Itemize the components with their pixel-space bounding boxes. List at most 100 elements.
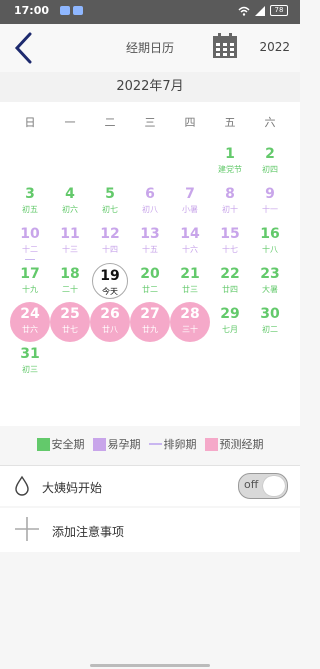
weekday-label: 四 [184, 116, 196, 129]
period-start-toggle[interactable]: off [238, 473, 288, 499]
calendar-day[interactable]: 20 廿二 [130, 262, 170, 302]
calendar-day[interactable]: 2 初四 [250, 142, 290, 182]
weekday-label: 二 [104, 116, 116, 129]
period-start-label: 大姨妈开始 [42, 481, 103, 495]
calendar-day[interactable]: 4 初六 [50, 182, 90, 222]
legend-predicted: 预测经期 [204, 436, 264, 452]
day-lunar: 十四 [102, 245, 118, 254]
day-number: 14 [180, 226, 200, 242]
day-number: 30 [260, 306, 280, 322]
day-lunar: 建党节 [218, 165, 242, 174]
calendar-day[interactable]: 22 廿四 [210, 262, 250, 302]
calendar-day[interactable]: 25 廿七 [50, 302, 90, 342]
day-number: 15 [220, 226, 240, 242]
calendar: 日 一 二 三 四 五 六 1 建党节 2 初四 3 初五 4 初六 5 初七 6 初八 7 小暑 8 初十 9… [0, 102, 300, 426]
calendar-day[interactable]: 24 廿六 [10, 302, 50, 342]
calendar-day[interactable]: 12 十四 [90, 222, 130, 262]
calendar-day[interactable]: 13 十五 [130, 222, 170, 262]
calendar-day[interactable]: 30 初二 [250, 302, 290, 342]
calendar-day[interactable]: 6 初八 [130, 182, 170, 222]
calendar-day[interactable]: 26 廿八 [90, 302, 130, 342]
day-grid: 1 建党节 2 初四 3 初五 4 初六 5 初七 6 初八 7 小暑 8 初十 9 十一 10 十二 11 十三 12 十四… [0, 142, 300, 426]
calendar-day[interactable]: 8 初十 [210, 182, 250, 222]
add-note-label: 添加注意事项 [52, 525, 125, 539]
ovulation-marker [25, 259, 35, 260]
day-lunar: 十五 [142, 245, 158, 254]
day-lunar: 十一 [262, 205, 278, 214]
calendar-day[interactable]: 29 七月 [210, 302, 250, 342]
day-lunar: 初六 [62, 205, 78, 214]
year-label[interactable]: 2022 [259, 40, 290, 54]
calendar-day[interactable]: 19 今天 [90, 262, 130, 302]
day-number: 20 [140, 266, 160, 282]
signal-icon [255, 5, 265, 16]
calendar-day[interactable]: 10 十二 [10, 222, 50, 262]
day-lunar: 今天 [102, 287, 118, 296]
calendar-day[interactable]: 7 小暑 [170, 182, 210, 222]
legend: 安全期 易孕期 排卵期 预测经期 [0, 432, 300, 456]
calendar-day[interactable]: 18 二十 [50, 262, 90, 302]
toggle-state: off [244, 478, 259, 491]
calendar-day[interactable]: 16 十八 [250, 222, 290, 262]
legend-label: 预测经期 [219, 438, 264, 451]
weekday-label: 六 [264, 116, 276, 129]
day-number: 1 [225, 146, 235, 162]
calendar-day[interactable]: 28 三十 [170, 302, 210, 342]
calendar-day[interactable]: 14 十六 [170, 222, 210, 262]
notification-icons [60, 6, 83, 15]
calendar-day[interactable]: 9 十一 [250, 182, 290, 222]
day-lunar: 初八 [142, 205, 158, 214]
day-lunar: 三十 [182, 325, 198, 334]
day-number: 7 [185, 186, 195, 202]
day-lunar: 廿八 [102, 325, 118, 334]
day-number: 19 [100, 268, 120, 284]
day-lunar: 廿三 [182, 285, 198, 294]
ovulation-swatch [148, 443, 162, 445]
day-lunar: 小暑 [182, 205, 198, 214]
day-lunar: 十三 [62, 245, 78, 254]
plus-icon[interactable] [14, 516, 40, 542]
day-lunar: 廿四 [222, 285, 238, 294]
day-lunar: 初三 [22, 365, 38, 374]
weekday-header: 日 一 二 三 四 五 六 [0, 102, 300, 142]
day-lunar: 大暑 [262, 285, 278, 294]
day-lunar: 十八 [262, 245, 278, 254]
home-indicator[interactable] [90, 664, 210, 667]
day-number: 18 [60, 266, 80, 282]
day-lunar: 十九 [22, 285, 38, 294]
day-lunar: 初七 [102, 205, 118, 214]
day-number: 27 [140, 306, 160, 322]
day-number: 22 [220, 266, 240, 282]
calendar-day[interactable]: 17 十九 [10, 262, 50, 302]
day-number: 11 [60, 226, 80, 242]
calendar-day[interactable]: 5 初七 [90, 182, 130, 222]
day-number: 6 [145, 186, 155, 202]
day-number: 26 [100, 306, 120, 322]
day-number: 28 [180, 306, 200, 322]
calendar-day[interactable]: 31 初三 [10, 342, 50, 382]
day-number: 24 [20, 306, 40, 322]
calendar-day[interactable]: 1 建党节 [210, 142, 250, 182]
day-number: 23 [260, 266, 280, 282]
calendar-icon[interactable] [212, 33, 238, 59]
day-number: 10 [20, 226, 40, 242]
calendar-day[interactable]: 15 十七 [210, 222, 250, 262]
calendar-day[interactable]: 27 廿九 [130, 302, 170, 342]
weekday-label: 五 [224, 116, 236, 129]
calendar-day[interactable]: 11 十三 [50, 222, 90, 262]
legend-ovulation: 排卵期 [148, 436, 197, 452]
day-number: 13 [140, 226, 160, 242]
day-number: 5 [105, 186, 115, 202]
weekday-label: 三 [144, 116, 156, 129]
day-lunar: 廿九 [142, 325, 158, 334]
droplet-icon [15, 475, 29, 496]
day-number: 21 [180, 266, 200, 282]
calendar-day[interactable]: 23 大暑 [250, 262, 290, 302]
calendar-day[interactable]: 3 初五 [10, 182, 50, 222]
add-note-row[interactable]: 添加注意事项 [0, 508, 300, 552]
app-header: 经期日历 2022 [0, 24, 300, 72]
calendar-day[interactable]: 21 廿三 [170, 262, 210, 302]
status-bar: 17:00 78 [0, 0, 300, 24]
day-lunar: 十六 [182, 245, 198, 254]
legend-label: 易孕期 [107, 438, 141, 451]
